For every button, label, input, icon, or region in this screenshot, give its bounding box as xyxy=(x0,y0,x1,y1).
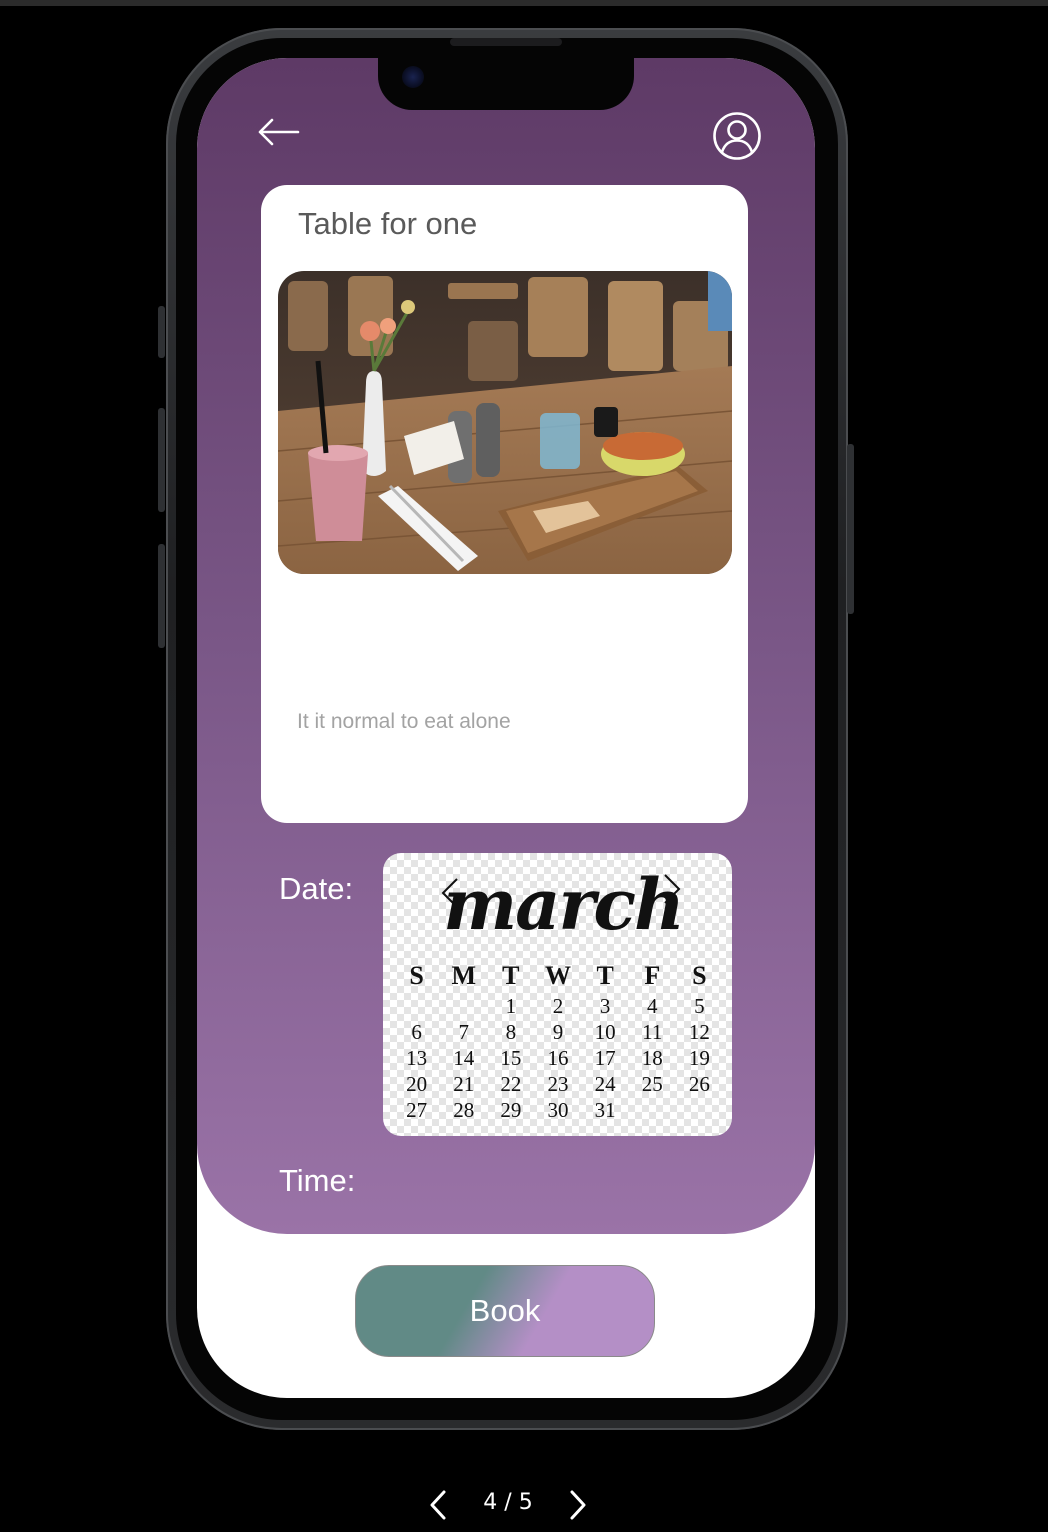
calendar-day[interactable]: 5 xyxy=(676,993,723,1019)
calendar-day[interactable]: 21 xyxy=(440,1071,487,1097)
phone-speaker xyxy=(450,38,562,46)
calendar-day[interactable]: 20 xyxy=(393,1071,440,1097)
profile-button[interactable] xyxy=(712,111,762,161)
pager-prev-button[interactable] xyxy=(426,1488,450,1522)
calendar-day[interactable]: 9 xyxy=(534,1019,581,1045)
pager-next-button[interactable] xyxy=(566,1488,590,1522)
chevron-right-icon xyxy=(570,1490,586,1520)
calendar-day[interactable]: 29 xyxy=(487,1097,534,1123)
calendar-day[interactable]: 4 xyxy=(629,993,676,1019)
calendar-day[interactable]: 30 xyxy=(534,1097,581,1123)
calendar-day[interactable]: 16 xyxy=(534,1045,581,1071)
calendar-grid: S M T W T F S 1 2 3 4 5 6 7 8 9 10 11 12 13 14 15 16 17 18 19 20 21… xyxy=(393,959,723,1123)
phone-power-button xyxy=(847,444,854,614)
viewer-top-bar xyxy=(0,0,1048,6)
calendar-day-empty xyxy=(393,993,440,1019)
chevron-left-icon[interactable] xyxy=(437,875,463,911)
phone-silent-switch xyxy=(158,306,165,358)
card-description: It it normal to eat alone xyxy=(297,710,511,733)
calendar-day[interactable]: 22 xyxy=(487,1071,534,1097)
arrow-left-icon xyxy=(258,118,300,146)
calendar-day[interactable]: 24 xyxy=(582,1071,629,1097)
phone-volume-up xyxy=(158,408,165,512)
calendar-day[interactable]: 8 xyxy=(487,1019,534,1045)
calendar-day[interactable]: 17 xyxy=(582,1045,629,1071)
user-circle-icon xyxy=(713,112,761,160)
chevron-left-icon xyxy=(430,1490,446,1520)
calendar-weekday: F xyxy=(644,961,661,990)
calendar-weekday: S xyxy=(692,961,707,990)
phone-volume-down xyxy=(158,544,165,648)
calendar-day[interactable]: 7 xyxy=(440,1019,487,1045)
calendar-day[interactable]: 14 xyxy=(440,1045,487,1071)
calendar-day[interactable]: 10 xyxy=(582,1019,629,1045)
pager-counter: 4 / 5 xyxy=(483,1490,533,1515)
calendar-weekday: M xyxy=(451,961,476,990)
calendar-day[interactable]: 11 xyxy=(629,1019,676,1045)
book-button[interactable]: Book xyxy=(355,1265,655,1357)
date-label: Date: xyxy=(279,871,354,906)
calendar-day[interactable]: 28 xyxy=(440,1097,487,1123)
calendar-day[interactable]: 3 xyxy=(582,993,629,1019)
date-calendar[interactable]: march S M T W T F S 1 2 3 4 5 6 7 8 9 10 11 12 13 14 15 16 17 18… xyxy=(383,853,732,1136)
calendar-day[interactable]: 2 xyxy=(534,993,581,1019)
calendar-day[interactable]: 27 xyxy=(393,1097,440,1123)
calendar-day[interactable]: 1 xyxy=(487,993,534,1019)
calendar-day[interactable]: 13 xyxy=(393,1045,440,1071)
restaurant-table-image xyxy=(278,271,732,574)
calendar-weekday: T xyxy=(596,961,614,990)
calendar-day[interactable]: 26 xyxy=(676,1071,723,1097)
calendar-day[interactable]: 15 xyxy=(487,1045,534,1071)
calendar-weekday: S xyxy=(409,961,424,990)
calendar-day[interactable]: 6 xyxy=(393,1019,440,1045)
calendar-day[interactable]: 25 xyxy=(629,1071,676,1097)
card-title: Table for one xyxy=(298,206,478,241)
calendar-day[interactable]: 23 xyxy=(534,1071,581,1097)
chevron-right-icon[interactable] xyxy=(659,871,685,907)
calendar-day-empty xyxy=(676,1097,723,1123)
calendar-day[interactable]: 19 xyxy=(676,1045,723,1071)
restaurant-photo xyxy=(278,271,732,574)
phone-camera xyxy=(402,66,424,88)
calendar-day[interactable]: 31 xyxy=(582,1097,629,1123)
time-label: Time: xyxy=(279,1163,356,1198)
calendar-weekday: T xyxy=(502,961,520,990)
calendar-day[interactable]: 18 xyxy=(629,1045,676,1071)
calendar-day-empty xyxy=(629,1097,676,1123)
back-button[interactable] xyxy=(254,114,302,150)
calendar-day-empty xyxy=(440,993,487,1019)
calendar-day[interactable]: 12 xyxy=(676,1019,723,1045)
calendar-weekday: W xyxy=(544,961,571,990)
